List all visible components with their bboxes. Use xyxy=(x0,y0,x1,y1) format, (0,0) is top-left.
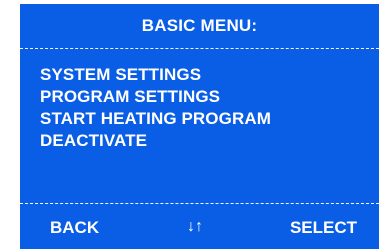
select-softkey[interactable]: SELECT xyxy=(290,218,357,238)
menu-item-system-settings[interactable]: SYSTEM SETTINGS xyxy=(40,64,271,86)
softkey-bar: BACK ↓↑ SELECT xyxy=(20,218,379,240)
up-down-arrows-icon[interactable]: ↓↑ xyxy=(187,218,203,236)
lcd-screen: BASIC MENU: SYSTEM SETTINGS PROGRAM SETT… xyxy=(20,4,379,249)
top-divider xyxy=(20,48,379,49)
menu-title: BASIC MENU: xyxy=(141,16,258,35)
menu-item-program-settings[interactable]: PROGRAM SETTINGS xyxy=(40,86,271,108)
bottom-divider xyxy=(20,203,379,204)
back-softkey[interactable]: BACK xyxy=(50,218,99,238)
basic-menu-list: SYSTEM SETTINGS PROGRAM SETTINGS START H… xyxy=(40,64,271,152)
menu-item-start-heating-program[interactable]: START HEATING PROGRAM xyxy=(40,108,271,130)
menu-item-deactivate[interactable]: DEACTIVATE xyxy=(40,130,271,152)
